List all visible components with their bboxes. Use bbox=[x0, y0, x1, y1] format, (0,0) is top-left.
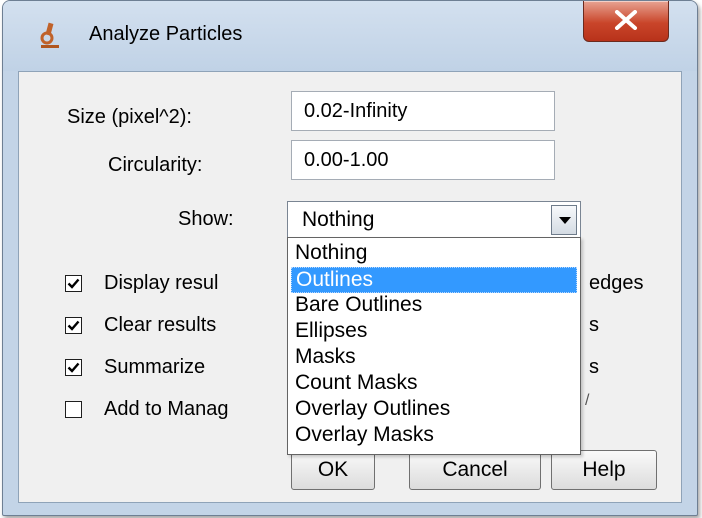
circularity-label: Circularity: bbox=[108, 154, 203, 176]
dropdown-option-overlay-outlines[interactable]: Overlay Outlines bbox=[291, 397, 577, 423]
microscope-icon bbox=[35, 21, 65, 51]
checkbox-display-results[interactable] bbox=[65, 275, 82, 292]
checkbox-add-to-manager[interactable] bbox=[65, 401, 82, 418]
dropdown-option-count-masks[interactable]: Count Masks bbox=[291, 371, 577, 397]
show-select[interactable]: Nothing bbox=[287, 201, 581, 239]
checkbox-label-display-results: Display resul bbox=[104, 272, 219, 294]
cancel-button[interactable]: Cancel bbox=[409, 450, 541, 490]
dialog-content: Size (pixel^2): 0.02-Infinity Circularit… bbox=[18, 71, 682, 503]
checkbox-label-summarize: Summarize bbox=[104, 356, 206, 378]
analyze-particles-dialog: Analyze Particles Size (pixel^2): 0.02-I… bbox=[2, 0, 698, 516]
right-checkbox-label-2: s bbox=[589, 314, 599, 336]
checkbox-label-add-to-manager: Add to Manag bbox=[104, 398, 229, 420]
title-bar[interactable]: Analyze Particles bbox=[3, 1, 697, 71]
show-dropdown-list: Nothing Outlines Bare Outlines Ellipses … bbox=[287, 237, 581, 455]
checkmark-icon bbox=[67, 278, 80, 289]
checkmark-icon bbox=[67, 362, 80, 373]
ok-button[interactable]: OK bbox=[291, 450, 375, 490]
show-select-value: Nothing bbox=[302, 208, 375, 231]
circularity-field[interactable]: 0.00-1.00 bbox=[291, 140, 555, 180]
dropdown-option-nothing[interactable]: Nothing bbox=[291, 241, 577, 267]
chevron-down-icon[interactable] bbox=[551, 205, 577, 235]
help-button[interactable]: Help bbox=[551, 450, 657, 490]
right-checkbox-label-exclude-edges: edges bbox=[589, 272, 644, 294]
checkbox-summarize[interactable] bbox=[65, 359, 82, 376]
dropdown-option-masks[interactable]: Masks bbox=[291, 345, 577, 371]
size-field[interactable]: 0.02-Infinity bbox=[291, 91, 555, 131]
right-checkbox-label-3: s bbox=[589, 356, 599, 378]
window-title: Analyze Particles bbox=[89, 23, 243, 45]
size-label: Size (pixel^2): bbox=[67, 106, 192, 128]
dropdown-option-ellipses[interactable]: Ellipses bbox=[291, 319, 577, 345]
checkbox-label-clear-results: Clear results bbox=[104, 314, 217, 336]
dropdown-option-overlay-masks[interactable]: Overlay Masks bbox=[291, 423, 577, 449]
dropdown-option-bare-outlines[interactable]: Bare Outlines bbox=[291, 293, 577, 319]
close-x-icon bbox=[615, 10, 637, 30]
checkmark-icon bbox=[67, 320, 80, 331]
close-button[interactable] bbox=[583, 1, 669, 42]
right-checkbox-label-4: / bbox=[585, 392, 590, 409]
dropdown-option-outlines[interactable]: Outlines bbox=[291, 267, 577, 293]
checkbox-clear-results[interactable] bbox=[65, 317, 82, 334]
show-label: Show: bbox=[178, 208, 234, 230]
